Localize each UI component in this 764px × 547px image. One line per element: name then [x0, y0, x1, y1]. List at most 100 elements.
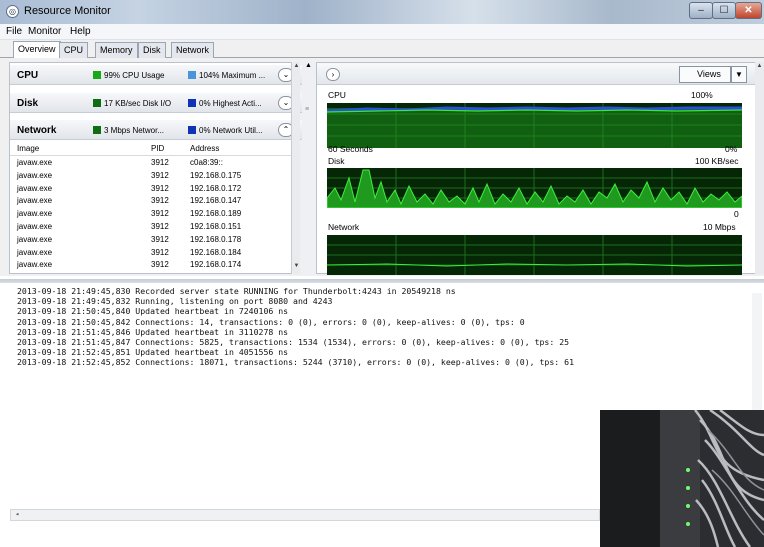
table-row[interactable]: javaw.exe 3912 192.168.0.189 — [10, 208, 290, 221]
cell-pid: 3912 — [151, 196, 169, 206]
window-title: Resource Monitor — [24, 5, 111, 17]
disk-io-legend-swatch — [93, 99, 101, 107]
expand-arrow-icon[interactable]: › — [326, 68, 340, 81]
network-util-legend-swatch — [188, 126, 196, 134]
table-row[interactable]: javaw.exe 3912 192.168.0.175 — [10, 170, 290, 183]
tab-overview[interactable]: Overview — [13, 41, 61, 58]
cpu-graph-window-label: 60 Seconds — [328, 144, 373, 154]
scroll-up-arrow-icon[interactable]: ▲ — [292, 63, 301, 69]
cpu-graph-min-label: 0% — [725, 144, 738, 154]
cpu-max-legend-swatch — [188, 71, 196, 79]
cell-image: javaw.exe — [17, 158, 53, 167]
splitter-arrow-icon: ▲ — [305, 62, 312, 69]
column-header-address[interactable]: Address — [190, 144, 219, 153]
cell-address: 192.168.0.174 — [190, 260, 242, 270]
cell-address: 192.168.0.147 — [190, 196, 242, 206]
tab-cpu[interactable]: CPU — [59, 42, 89, 58]
console-line: 2013-09-18 21:50:45,840 Updated heartbea… — [17, 306, 289, 317]
menu-monitor[interactable]: Monitor — [28, 26, 61, 37]
disk-section-header[interactable]: Disk 17 KB/sec Disk I/O 0% Highest Acti.… — [10, 93, 310, 113]
cell-image: javaw.exe — [17, 183, 53, 193]
table-row[interactable]: javaw.exe 3912 192.168.0.184 — [10, 247, 290, 260]
column-header-pid[interactable]: PID — [151, 144, 164, 153]
cell-pid: 3912 — [151, 170, 169, 180]
cell-pid: 3912 — [151, 247, 169, 257]
network-activity-graph — [327, 235, 742, 275]
cpu-usage-graph — [327, 103, 742, 148]
screen: ◎ Resource Monitor ‒ ☐ ✕ File Monitor He… — [0, 0, 764, 547]
cell-pid: 3912 — [151, 260, 169, 270]
network-graph-max-label: 10 Mbps — [703, 222, 736, 232]
cpu-section-header[interactable]: CPU 99% CPU Usage 104% Maximum ... ⌄ — [10, 65, 310, 85]
cell-address: 192.168.0.184 — [190, 247, 242, 257]
cpu-usage-text: 99% CPU Usage — [104, 71, 165, 80]
network-activity-table: Image PID Address javaw.exe 3912 c0a8:39::… — [10, 141, 299, 273]
title-bar[interactable]: ◎ Resource Monitor ‒ ☐ ✕ — [0, 0, 764, 24]
console-line: 2013-09-18 21:51:45,846 Updated heartbea… — [17, 326, 289, 337]
table-body: javaw.exe 3912 c0a8:39:: javaw.exe 3912 192.1… — [10, 157, 290, 272]
table-row[interactable]: javaw.exe 3912 192.168.0.172 — [10, 183, 290, 196]
table-row[interactable]: javaw.exe 3912 192.168.0.147 — [10, 195, 290, 208]
cell-address: 192.168.0.172 — [190, 183, 242, 193]
console-line: 2013-09-18 21:50:45,842 Connections: 14,… — [17, 316, 525, 327]
scroll-up-arrow-icon[interactable]: ▲ — [755, 63, 764, 69]
console-line: 2013-09-18 21:49:45,832 Running, listeni… — [17, 296, 333, 307]
network-section-header[interactable]: Network 3 Mbps Networ... 0% Network Util… — [10, 120, 310, 140]
scroll-down-arrow-icon[interactable]: ▼ — [292, 263, 301, 269]
cell-image: javaw.exe — [17, 260, 53, 270]
views-dropdown-arrow-icon[interactable]: ▼ — [731, 66, 747, 83]
scroll-left-arrow-icon[interactable]: ◂ — [15, 510, 19, 518]
table-row[interactable]: javaw.exe 3912 c0a8:39:: — [10, 157, 290, 170]
cpu-usage-legend-swatch — [93, 71, 101, 79]
disk-section-title: Disk — [17, 98, 39, 109]
console-line: 2013-09-18 21:52:45,851 Updated heartbea… — [17, 347, 289, 358]
tab-bar: Overview CPU Memory Disk Network — [0, 40, 764, 58]
cell-pid: 3912 — [151, 158, 169, 167]
pane-splitter[interactable]: ▲ ≡ — [302, 62, 316, 274]
server-rack-cables-image — [600, 410, 764, 547]
cell-image: javaw.exe — [17, 209, 53, 219]
tab-memory[interactable]: Memory — [95, 42, 138, 58]
cell-image: javaw.exe — [17, 234, 53, 244]
webcam-overlay — [600, 410, 764, 547]
cell-pid: 3912 — [151, 221, 169, 231]
cpu-maximum-text: 104% Maximum ... — [199, 71, 266, 80]
cell-address: 192.168.0.151 — [190, 221, 242, 231]
table-header: Image PID Address — [10, 141, 299, 156]
resource-monitor-window: ◎ Resource Monitor ‒ ☐ ✕ File Monitor He… — [0, 0, 764, 276]
network-graph-svg — [327, 235, 742, 275]
console-line: 2013-09-18 21:51:45,847 Connections: 582… — [17, 336, 570, 347]
cell-image: javaw.exe — [17, 221, 53, 231]
cpu-graph-svg — [327, 103, 742, 148]
left-pane-scrollbar[interactable]: ▲ ▼ — [291, 62, 300, 274]
graphs-toolbar: › Views ▼ — [317, 63, 763, 85]
table-row[interactable]: javaw.exe 3912 192.168.0.151 — [10, 221, 290, 234]
column-header-image[interactable]: Image — [17, 144, 39, 153]
cell-address: 192.168.0.175 — [190, 170, 242, 180]
cpu-graph-max-label: 100% — [691, 90, 713, 100]
table-row[interactable]: javaw.exe 3912 192.168.0.174 — [10, 259, 290, 272]
console-vertical-scrollbar[interactable] — [752, 293, 762, 413]
network-graph-grid — [327, 235, 742, 275]
disk-graph-title: Disk — [328, 156, 345, 166]
cell-image: javaw.exe — [17, 247, 53, 257]
minimize-button[interactable]: ‒ — [689, 2, 713, 19]
tab-network[interactable]: Network — [171, 42, 215, 58]
right-pane-scrollbar[interactable]: ▲ — [755, 62, 764, 274]
disk-activity-legend-swatch — [188, 99, 196, 107]
menu-file[interactable]: File — [6, 26, 22, 37]
disk-io-text: 17 KB/sec Disk I/O — [104, 99, 172, 108]
maximize-button[interactable]: ☐ — [712, 2, 736, 19]
close-button[interactable]: ✕ — [735, 2, 762, 19]
cell-pid: 3912 — [151, 209, 169, 219]
table-row[interactable]: javaw.exe 3912 192.168.0.178 — [10, 234, 290, 247]
menu-help[interactable]: Help — [70, 26, 91, 37]
graphs-right-pane: › Views ▼ CPU 100% 60 Seconds 0% Disk 10… — [316, 62, 764, 275]
disk-graph-svg — [327, 168, 742, 208]
tab-disk[interactable]: Disk — [138, 42, 166, 58]
console-horizontal-scrollbar[interactable]: ◂ — [10, 509, 600, 521]
resource-monitor-icon: ◎ — [6, 5, 19, 18]
views-button[interactable]: Views — [679, 66, 731, 83]
disk-activity-graph — [327, 168, 742, 208]
network-io-legend-swatch — [93, 126, 101, 134]
